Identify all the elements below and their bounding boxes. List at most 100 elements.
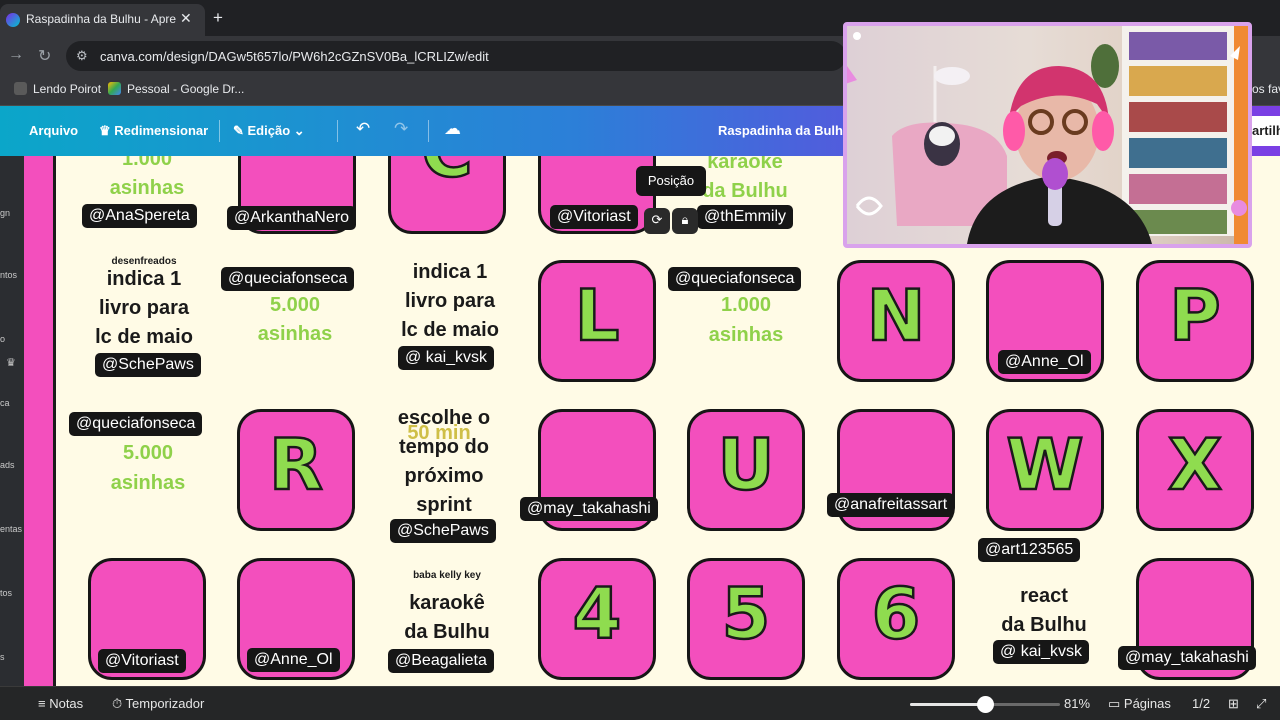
sidepanel-item[interactable]: entas <box>0 524 22 534</box>
toolbar-divider <box>219 120 220 142</box>
pages-button[interactable]: ▭ Páginas <box>1108 696 1171 712</box>
bookmark-lendo-poirot[interactable]: Lendo Poirot <box>14 82 101 96</box>
bookmark-icon <box>14 82 27 95</box>
prize-text[interactable]: indica 1 <box>69 265 219 294</box>
bookmark-favorites[interactable]: os fave <box>1252 82 1280 96</box>
card-letter: 6 <box>870 572 921 657</box>
design-title[interactable]: Raspadinha da Bulhu <box>718 123 851 138</box>
username-tag[interactable]: @art123565 <box>978 538 1081 562</box>
scratch-card[interactable]: 5 <box>687 558 805 680</box>
username-tag[interactable]: @ kai_kvsk <box>993 640 1090 664</box>
username-tag[interactable]: @queciafonseca <box>668 267 802 291</box>
prize-text[interactable]: escolhe o <box>369 404 519 433</box>
username-tag[interactable]: @SchePaws <box>390 519 496 543</box>
sidepanel-item[interactable]: ads <box>0 460 15 470</box>
prize-text[interactable]: livro para <box>375 287 525 316</box>
prize-text[interactable]: da Bulhu <box>969 611 1119 640</box>
address-bar[interactable]: ⚙ canva.com/design/DAGw5t657lo/PW6h2cGZn… <box>66 41 846 71</box>
crown-icon: ♛ <box>6 357 16 369</box>
bookmark-google-drive[interactable]: Pessoal - Google Dr... <box>108 82 244 96</box>
prize-unit[interactable]: asinhas <box>72 174 222 203</box>
sidepanel-item[interactable]: ca <box>0 398 10 408</box>
scratch-card[interactable]: 6 <box>837 558 955 680</box>
username-tag[interactable]: @may_takahashi <box>520 497 658 521</box>
scratch-card[interactable]: N <box>837 260 955 382</box>
zoom-slider-handle[interactable] <box>977 696 994 713</box>
prize-text[interactable]: karaokê <box>372 589 522 618</box>
sidepanel-item[interactable]: tos <box>0 588 12 598</box>
notes-button[interactable]: ≡ Notas <box>38 696 83 711</box>
prize-text[interactable]: lc de maio <box>69 323 219 352</box>
scratch-card[interactable]: C <box>388 156 506 234</box>
sidepanel-item[interactable]: o <box>0 334 5 344</box>
file-menu-button[interactable]: Arquivo <box>29 123 78 138</box>
scratch-card[interactable]: 4 <box>538 558 656 680</box>
scratch-card[interactable]: X <box>1136 409 1254 531</box>
scratch-card[interactable]: P <box>1136 260 1254 382</box>
sidepanel-item[interactable]: s <box>0 652 5 662</box>
prize-text[interactable]: react <box>969 582 1119 611</box>
prize-text[interactable]: sprint <box>369 491 519 520</box>
rotate-icon[interactable]: ⟳ <box>644 208 670 234</box>
username-tag[interactable]: @ kai_kvsk <box>398 346 495 370</box>
username-tag[interactable]: @AnaSpereta <box>82 204 197 228</box>
prize-text[interactable]: livro para <box>69 294 219 323</box>
username-tag[interactable]: @Anne_Ol <box>998 350 1091 374</box>
zoom-percentage[interactable]: 81% <box>1064 696 1090 711</box>
redo-icon[interactable]: ↷ <box>394 119 408 139</box>
timer-button[interactable]: ⏱ Temporizador <box>112 696 204 712</box>
prize-text[interactable]: próximo <box>369 462 519 491</box>
sidepanel-item[interactable]: gn <box>0 208 10 218</box>
position-tooltip: Posição <box>636 166 706 196</box>
notes-icon: ≡ <box>38 696 50 711</box>
reload-icon[interactable]: ↻ <box>38 46 51 66</box>
canva-favicon-icon <box>6 13 20 27</box>
lock-icon[interactable]: 🔒︎ <box>672 208 698 234</box>
username-tag[interactable]: @queciafonseca <box>221 267 355 291</box>
resize-button[interactable]: ♛ Redimensionar <box>99 123 208 139</box>
page-pink-border <box>24 156 56 686</box>
zoom-slider[interactable] <box>910 696 1060 713</box>
site-settings-icon[interactable]: ⚙ <box>76 48 88 64</box>
back-arrow-icon[interactable]: → <box>8 46 24 64</box>
scratch-card[interactable]: W <box>986 409 1104 531</box>
scratch-card[interactable]: L <box>538 260 656 382</box>
close-tab-icon[interactable]: ✕ <box>180 10 192 27</box>
username-tag[interactable]: @Vitoriast <box>550 205 638 229</box>
prize-unit[interactable]: asinhas <box>671 321 821 350</box>
prize-text[interactable]: indica 1 <box>375 258 525 287</box>
undo-icon[interactable]: ↶ <box>356 119 370 139</box>
edit-menu-button[interactable]: ✎ Edição ⌄ <box>233 123 305 139</box>
resize-label: Redimensionar <box>114 123 209 138</box>
new-tab-icon[interactable]: + <box>213 8 223 28</box>
browser-tab-active[interactable]: Raspadinha da Bulhu - Apresen ✕ <box>0 4 205 36</box>
username-tag[interactable]: @ArkanthaNero <box>227 206 356 230</box>
prize-unit[interactable]: asinhas <box>73 469 223 498</box>
username-tag[interactable]: @SchePaws <box>95 353 201 377</box>
prize-text[interactable]: lc de maio <box>375 316 525 345</box>
cloud-saved-icon[interactable]: ☁ <box>444 119 461 139</box>
fullscreen-icon[interactable]: ⤢ <box>1256 696 1266 712</box>
card-letter: R <box>268 423 324 508</box>
prize-text[interactable]: da Bulhu <box>372 618 522 647</box>
prize-amount[interactable]: 1.000 <box>671 291 821 320</box>
username-tag[interactable]: @Vitoriast <box>98 649 186 673</box>
scratch-card[interactable]: U <box>687 409 805 531</box>
url-text[interactable]: canva.com/design/DAGw5t657lo/PW6h2cGZnSV… <box>100 49 489 64</box>
prize-amount[interactable]: 5.000 <box>73 439 223 468</box>
webcam-scene <box>847 26 1248 244</box>
small-caption[interactable]: baba kelly key <box>372 570 522 581</box>
username-tag[interactable]: @queciafonseca <box>69 412 203 436</box>
username-tag[interactable]: @may_takahashi <box>1118 646 1256 670</box>
username-tag[interactable]: @anafreitassart <box>827 493 955 517</box>
username-tag[interactable]: @Beagalieta <box>388 649 494 673</box>
prize-unit[interactable]: asinhas <box>220 320 370 349</box>
prize-amount[interactable]: 5.000 <box>220 291 370 320</box>
grid-view-icon[interactable]: ⊞ <box>1228 696 1239 712</box>
scratch-card[interactable]: R <box>237 409 355 531</box>
prize-text[interactable]: tempo do <box>369 433 519 462</box>
prize-amount[interactable]: 1.000 <box>72 156 222 174</box>
sidepanel-item[interactable]: ntos <box>0 270 17 280</box>
username-tag[interactable]: @Anne_Ol <box>247 648 340 672</box>
username-tag[interactable]: @thEmmily <box>697 205 794 229</box>
